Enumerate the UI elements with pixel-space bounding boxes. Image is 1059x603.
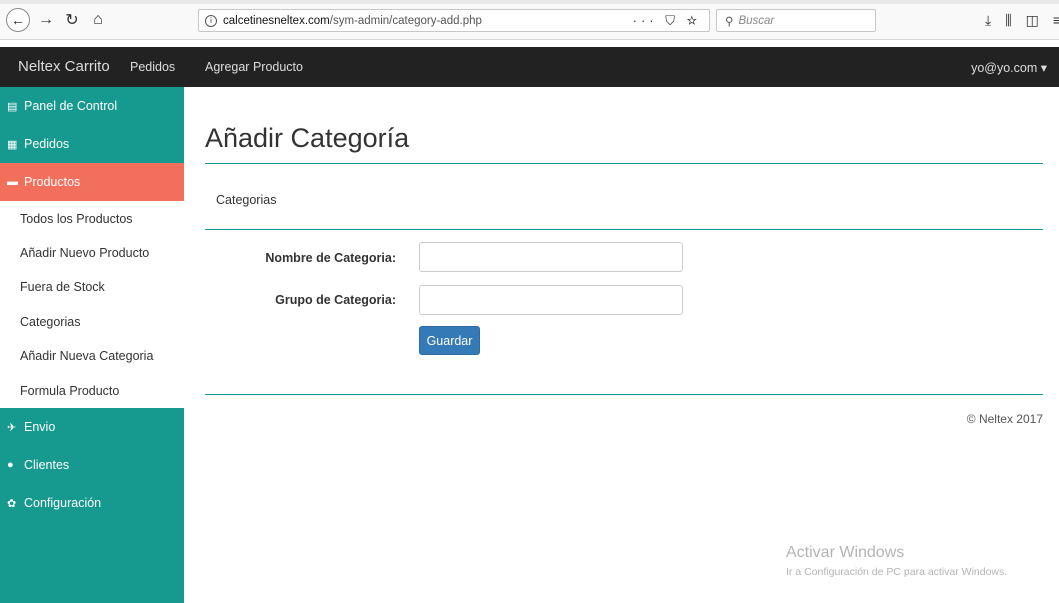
home-icon[interactable]: ⌂ (88, 10, 108, 30)
menu-icon[interactable]: ≡ (1053, 12, 1059, 29)
app-navbar: Neltex Carrito Pedidos Agregar Producto … (0, 47, 1059, 87)
tab-strip (0, 0, 1059, 4)
dashboard-icon: ▤ (7, 100, 18, 113)
sidebar-item-label: Formula Producto (20, 384, 120, 398)
sidebar-item-label: Añadir Nuevo Producto (20, 246, 150, 260)
sidebar-item-label: Categorias (20, 315, 81, 329)
user-icon: ● (7, 459, 14, 471)
category-group-input[interactable] (419, 285, 683, 315)
breadcrumb[interactable]: Categorias (216, 193, 276, 207)
sidebar-item-label: Configuración (24, 496, 102, 510)
footer-copyright: © Neltex 2017 (966, 412, 1043, 426)
sidebar-item-label: Clientes (24, 458, 70, 472)
list-icon: ▦ (7, 138, 18, 151)
sidebar-item-label: Todos los Productos (20, 212, 133, 226)
divider (205, 394, 1043, 395)
url-path: /sym-admin/category-add.php (329, 14, 482, 27)
nav-agregar-producto-link[interactable]: Agregar Producto (205, 60, 303, 74)
address-bar[interactable]: i calcetinesneltex.com/sym-admin/categor… (198, 9, 710, 32)
sidebar-subitem-anadir-nueva-categoria[interactable]: Añadir Nueva Categoria (0, 339, 184, 373)
page-title: Añadir Categoría (205, 123, 410, 153)
category-group-label: Grupo de Categoria: (275, 293, 396, 307)
library-icon[interactable]: ⫼ (1005, 12, 1011, 29)
browser-search-input[interactable]: ⚲ Buscar (716, 9, 876, 32)
url-host: calcetinesneltex.com (223, 14, 330, 27)
sidebar-subitem-anadir-nuevo-producto[interactable]: Añadir Nuevo Producto (0, 236, 184, 270)
sidebar-subitem-fuera-de-stock[interactable]: Fuera de Stock (0, 270, 184, 304)
sidebar-item-configuracion[interactable]: ✿ Configuración (0, 484, 184, 522)
forward-icon[interactable]: → (36, 10, 56, 30)
browser-toolbar: ← → ↻ ⌂ i calcetinesneltex.com/sym-admin… (0, 0, 1059, 40)
divider (205, 163, 1043, 164)
nav-pedidos-link[interactable]: Pedidos (130, 60, 175, 74)
sidebar-item-label: Añadir Nueva Categoria (20, 349, 154, 363)
gear-icon: ✿ (7, 497, 17, 510)
sidebar-item-label: Pedidos (24, 137, 70, 151)
sidebar-item-panel-de-control[interactable]: ▤ Panel de Control (0, 87, 184, 125)
sidebar-item-productos[interactable]: ▬ Productos (0, 163, 184, 201)
category-name-input[interactable] (419, 242, 683, 272)
page-actions-icons[interactable]: ··· ⛉ ☆ (633, 13, 701, 29)
search-placeholder: Buscar (738, 14, 775, 27)
sidebar-icon[interactable]: ◫ (1026, 12, 1039, 29)
search-icon: ⚲ (725, 15, 734, 28)
sidebar-item-pedidos[interactable]: ▦ Pedidos (0, 125, 184, 163)
save-button[interactable]: Guardar (419, 326, 480, 355)
sidebar-item-label: Panel de Control (24, 99, 118, 113)
sidebar-item-label: Productos (24, 175, 81, 189)
back-icon[interactable]: ← (6, 8, 30, 32)
category-name-label: Nombre de Categoria: (265, 251, 396, 265)
sidebar-item-label: Envio (24, 420, 56, 434)
plane-icon: ✈ (7, 421, 17, 434)
briefcase-icon: ▬ (7, 176, 18, 188)
sidebar-item-clientes[interactable]: ● Clientes (0, 446, 184, 484)
sidebar-subitem-categorias[interactable]: Categorias (0, 305, 184, 339)
windows-activation-title: Activar Windows (786, 544, 905, 561)
sidebar-subitem-todos-los-productos[interactable]: Todos los Productos (0, 202, 184, 236)
sidebar-item-envio[interactable]: ✈ Envio (0, 408, 184, 446)
divider (205, 229, 1043, 230)
sidebar: ▤ Panel de Control ▦ Pedidos ▬ Productos… (0, 87, 184, 603)
sidebar-subitem-formula-producto[interactable]: Formula Producto (0, 374, 184, 408)
toolbar-icons: ⤓ ⫼ ◫ ≡ (985, 12, 1059, 29)
reload-icon[interactable]: ↻ (62, 10, 82, 30)
site-info-icon[interactable]: i (205, 14, 217, 27)
download-icon[interactable]: ⤓ (985, 12, 991, 29)
user-menu-dropdown[interactable]: yo@yo.com ▾ (971, 60, 1047, 75)
sidebar-item-label: Fuera de Stock (20, 280, 105, 294)
brand-link[interactable]: Neltex Carrito (18, 58, 110, 75)
windows-activation-subtitle: Ir a Configuración de PC para activar Wi… (786, 566, 1008, 578)
